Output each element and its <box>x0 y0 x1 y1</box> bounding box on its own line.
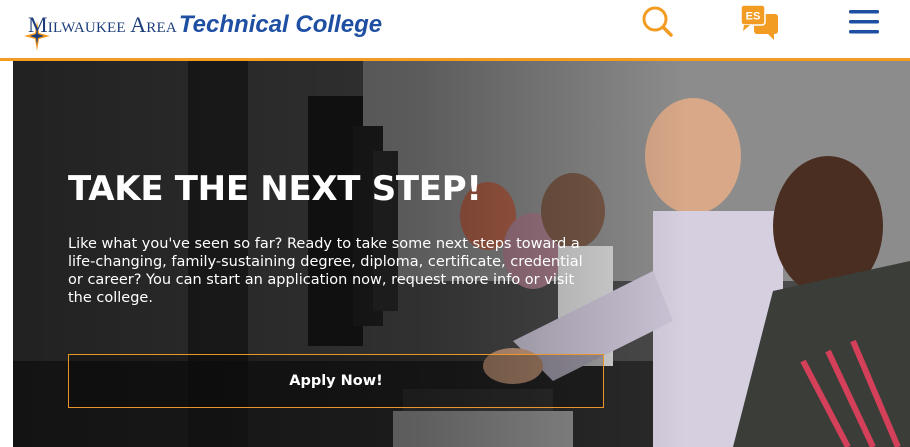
language-badge-text: ES <box>746 11 761 23</box>
logo-text-serif: Milwaukee Area <box>28 12 177 37</box>
logo-text-bold: Technical College <box>178 11 383 38</box>
hero-banner: TAKE THE NEXT STEP! Like what you've see… <box>13 61 910 447</box>
hero-title: TAKE THE NEXT STEP! <box>68 169 482 209</box>
search-icon[interactable] <box>638 2 678 42</box>
apply-now-button[interactable]: Apply Now! <box>68 354 604 408</box>
spanish-language-icon[interactable]: ES <box>738 2 778 42</box>
hero-description: Like what you've seen so far? Ready to t… <box>68 236 583 306</box>
site-header: Milwaukee AreaTechnical College ES <box>0 0 910 61</box>
logo-wordmark: Milwaukee AreaTechnical College <box>28 11 382 39</box>
hamburger-menu-icon[interactable] <box>845 2 885 42</box>
